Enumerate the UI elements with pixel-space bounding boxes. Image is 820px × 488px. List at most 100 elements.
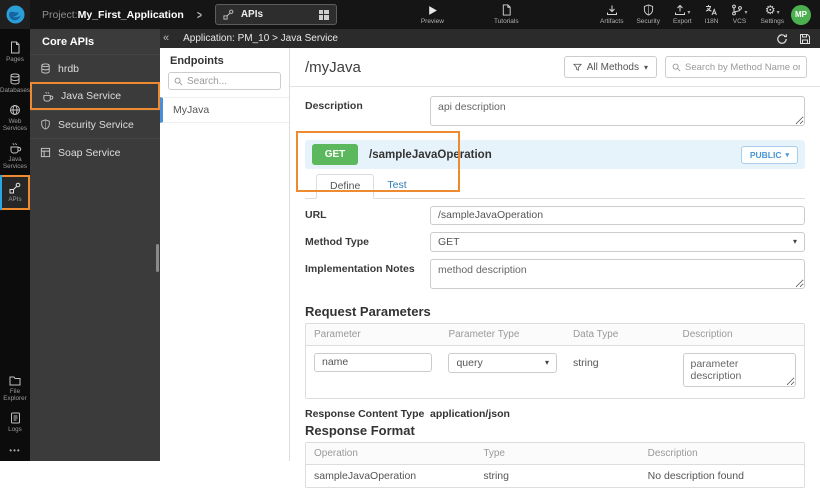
description-label: Description <box>305 100 363 112</box>
globe-icon <box>9 104 21 116</box>
visibility-button[interactable]: PUBLIC ▾ <box>740 145 798 164</box>
parameter-type-select[interactable]: query ▾ <box>448 352 557 373</box>
sidebar-item-web-services[interactable]: Web Services <box>0 99 30 137</box>
export-button[interactable]: ▾ Export <box>673 4 692 25</box>
apis-tab-label: APIs <box>240 9 264 20</box>
table-row: query ▾ string parameter description <box>306 346 804 398</box>
parameter-name-input[interactable] <box>314 352 433 372</box>
implementation-notes-label: Implementation Notes <box>305 262 415 275</box>
logs-icon <box>10 412 21 424</box>
vcs-button[interactable]: ▾ VCS <box>731 4 748 25</box>
sidebar-item-pages[interactable]: Pages <box>0 36 30 68</box>
chevron-right-icon: > <box>196 7 202 22</box>
api-header: /myJava All Methods ▾ <box>290 48 820 87</box>
sidebar-item-logs[interactable]: Logs <box>0 407 30 438</box>
implementation-notes-textarea[interactable]: method description <box>430 258 805 289</box>
sidebar-item-databases[interactable]: Databases <box>0 68 30 99</box>
response-content-type-row: Response Content Type application/json <box>290 408 820 420</box>
endpoints-search[interactable] <box>168 72 281 90</box>
caret-down-icon: ▾ <box>776 10 780 16</box>
project-label: Project: <box>42 8 78 21</box>
shield-icon <box>40 119 51 130</box>
core-api-item-soap-service[interactable]: Soap Service <box>30 138 160 166</box>
visibility-label: PUBLIC <box>749 149 782 160</box>
tutorials-button[interactable]: Tutorials <box>494 4 519 25</box>
endpoints-search-input[interactable] <box>187 75 275 87</box>
translate-icon <box>705 4 718 16</box>
more-icon[interactable]: ••• <box>9 438 20 461</box>
breadcrumb: Application: PM_10 > Java Service <box>183 33 338 44</box>
tab-define[interactable]: Define <box>316 174 375 199</box>
breadcrumb-bar: « Application: PM_10 > Java Service <box>160 29 820 48</box>
preview-label: Preview <box>420 17 444 25</box>
security-button[interactable]: Security <box>636 4 660 25</box>
method-search[interactable] <box>665 56 807 78</box>
gear-icon: ⚙ <box>764 3 776 17</box>
api-icon <box>223 9 234 20</box>
user-avatar[interactable]: MP <box>791 4 811 25</box>
topbar-tools: Artifacts Security ▾ Export I18N ▾ VCS ⚙… <box>600 4 784 25</box>
project-name: My_First_Application <box>77 8 184 21</box>
refresh-icon[interactable] <box>776 33 788 45</box>
coffee-icon <box>42 91 54 102</box>
save-icon[interactable] <box>799 33 811 45</box>
sidebar-item-file-explorer[interactable]: File Explorer <box>0 370 30 407</box>
response-format-title: Response Format <box>305 422 415 438</box>
artifacts-button[interactable]: Artifacts <box>600 4 623 25</box>
description-textarea[interactable]: api description <box>430 96 805 126</box>
artifacts-label: Artifacts <box>599 18 624 25</box>
core-api-item-hrdb[interactable]: hrdb <box>30 54 160 82</box>
method-path: /sampleJavaOperation <box>369 148 492 161</box>
i18n-button[interactable]: I18N <box>705 4 718 25</box>
core-api-item-label: Security Service <box>58 118 134 131</box>
shield-icon <box>643 4 654 16</box>
column-header: Description <box>682 328 733 340</box>
settings-button[interactable]: ⚙ ▾ Settings <box>761 4 785 25</box>
tab-test[interactable]: Test <box>374 174 419 199</box>
core-api-item-label: Soap Service <box>58 146 121 159</box>
parameter-type-value: query <box>456 356 483 369</box>
breadcrumb-actions <box>776 33 820 45</box>
url-row: URL <box>290 205 820 225</box>
database-icon <box>40 63 51 74</box>
caret-down-icon: ▾ <box>744 10 748 16</box>
core-apis-scrollbar[interactable] <box>156 244 159 272</box>
grid-icon[interactable] <box>318 9 329 20</box>
database-icon <box>9 73 21 85</box>
url-input[interactable] <box>430 205 805 225</box>
page-icon <box>9 41 21 54</box>
implementation-notes-row: Implementation Notes method description <box>290 258 820 294</box>
collapse-panel-icon[interactable]: « <box>163 33 169 44</box>
apis-workspace-tab[interactable]: APIs <box>214 4 337 25</box>
wavemaker-logo[interactable] <box>0 0 30 29</box>
settings-label: Settings <box>760 18 785 25</box>
security-label: Security <box>636 18 660 25</box>
operation-cell: sampleJavaOperation <box>314 469 417 482</box>
method-tabs: Define Test <box>305 174 805 199</box>
method-header[interactable]: GET /sampleJavaOperation PUBLIC ▾ <box>305 140 805 169</box>
core-api-item-label: Java Service <box>61 90 122 102</box>
method-search-input[interactable] <box>685 61 800 73</box>
column-header: Data Type <box>572 328 619 340</box>
response-content-type-label: Response Content Type <box>305 407 425 420</box>
preview-button[interactable]: Preview <box>421 5 444 25</box>
core-api-item-security-service[interactable]: Security Service <box>30 110 160 138</box>
endpoint-item-myjava[interactable]: MyJava <box>160 97 289 123</box>
logo-icon <box>5 5 25 24</box>
play-icon <box>427 5 438 16</box>
core-api-item-java-service[interactable]: Java Service <box>30 82 160 110</box>
request-parameters-header-row: Parameter Parameter Type Data Type Descr… <box>306 323 804 346</box>
coffee-icon <box>9 142 22 154</box>
core-apis-title: Core APIs <box>42 36 95 48</box>
parameter-description-textarea[interactable]: parameter description <box>682 352 796 387</box>
document-icon <box>501 4 512 16</box>
table-row: sampleJavaOperation string No descriptio… <box>306 465 804 487</box>
sidebar-item-java-services[interactable]: Java Services <box>0 137 30 175</box>
api-icon <box>9 182 21 194</box>
method-type-select[interactable]: GET ▾ <box>430 231 805 252</box>
methods-filter-button[interactable]: All Methods ▾ <box>563 56 657 78</box>
folder-icon <box>9 375 21 386</box>
response-format-header-row: Operation Type Description <box>306 442 804 465</box>
sidebar-item-apis[interactable]: APIs <box>0 175 30 210</box>
request-parameters-title: Request Parameters <box>305 303 431 319</box>
